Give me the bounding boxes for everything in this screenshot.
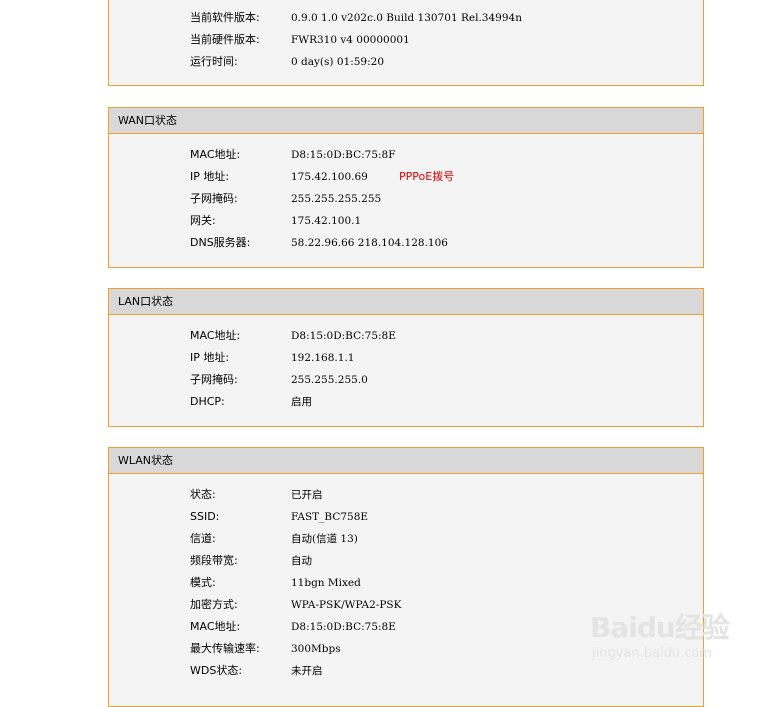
system-info-panel: 当前软件版本: 0.9.0 1.0 v202c.0 Build 130701 R… bbox=[108, 0, 704, 86]
wlan-ssid-value: FAST_BC758E bbox=[291, 511, 369, 523]
uptime-value: 0 day(s) 01:59:20 bbox=[291, 56, 385, 68]
wlan-mode-row: 模式: 11bgn Mixed bbox=[109, 572, 703, 594]
watermark-url: jingyan.baidu.com bbox=[592, 646, 712, 661]
lan-ip-label: IP 地址: bbox=[190, 351, 230, 364]
uptime-label: 运行时间: bbox=[190, 55, 238, 68]
wan-subnet-label: 子网掩码: bbox=[190, 192, 238, 205]
wlan-max-rate-label: 最大传输速率: bbox=[190, 642, 260, 655]
hardware-version-row: 当前硬件版本: FWR310 v4 00000001 bbox=[109, 29, 703, 51]
lan-ip-row: IP 地址: 192.168.1.1 bbox=[109, 347, 703, 369]
wlan-encryption-value: WPA-PSK/WPA2-PSK bbox=[291, 599, 402, 611]
wan-status-title: WAN口状态 bbox=[109, 108, 703, 134]
wlan-wds-label: WDS状态: bbox=[190, 664, 243, 677]
wan-ip-row: IP 地址: 175.42.100.69 PPPoE拨号 bbox=[109, 166, 703, 188]
wlan-ssid-label: SSID: bbox=[190, 510, 220, 523]
wlan-bandwidth-label: 频段带宽: bbox=[190, 554, 238, 567]
software-version-row: 当前软件版本: 0.9.0 1.0 v202c.0 Build 130701 R… bbox=[109, 7, 703, 29]
wlan-mac-label: MAC地址: bbox=[190, 620, 241, 633]
lan-dhcp-label: DHCP: bbox=[190, 395, 225, 408]
wlan-state-value: 已开启 bbox=[291, 489, 323, 501]
wan-dns-row: DNS服务器: 58.22.96.66 218.104.128.106 bbox=[109, 232, 703, 254]
wan-subnet-value: 255.255.255.255 bbox=[291, 193, 382, 205]
lan-status-title: LAN口状态 bbox=[109, 289, 703, 315]
lan-subnet-label: 子网掩码: bbox=[190, 373, 238, 386]
wlan-bandwidth-row: 频段带宽: 自动 bbox=[109, 550, 703, 572]
wan-mac-row: MAC地址: D8:15:0D:BC:75:8F bbox=[109, 144, 703, 166]
lan-ip-value: 192.168.1.1 bbox=[291, 352, 355, 364]
wan-status-panel: WAN口状态 MAC地址: D8:15:0D:BC:75:8F IP 地址: 1… bbox=[108, 107, 704, 268]
wan-ip-label: IP 地址: bbox=[190, 170, 230, 183]
watermark-logo: Baidu经验 bbox=[590, 611, 730, 644]
lan-status-panel: LAN口状态 MAC地址: D8:15:0D:BC:75:8E IP 地址: 1… bbox=[108, 288, 704, 427]
software-version-value: 0.9.0 1.0 v202c.0 Build 130701 Rel.34994… bbox=[291, 12, 522, 24]
wlan-channel-row: 信道: 自动(信道 13) bbox=[109, 528, 703, 550]
wlan-wds-value: 未开启 bbox=[291, 665, 323, 677]
lan-mac-row: MAC地址: D8:15:0D:BC:75:8E bbox=[109, 325, 703, 347]
wan-mac-value: D8:15:0D:BC:75:8F bbox=[291, 149, 396, 161]
wan-gateway-label: 网关: bbox=[190, 214, 216, 227]
wan-ip-value: 175.42.100.69 bbox=[291, 171, 368, 183]
wlan-ssid-row: SSID: FAST_BC758E bbox=[109, 506, 703, 528]
wlan-encryption-label: 加密方式: bbox=[190, 598, 238, 611]
lan-subnet-row: 子网掩码: 255.255.255.0 bbox=[109, 369, 703, 391]
wan-connection-type: PPPoE拨号 bbox=[399, 170, 455, 183]
wlan-state-row: 状态: 已开启 bbox=[109, 484, 703, 506]
hardware-version-label: 当前硬件版本: bbox=[190, 33, 260, 46]
lan-mac-label: MAC地址: bbox=[190, 329, 241, 342]
baidu-watermark: Baidu经验 jingyan.baidu.com bbox=[590, 606, 730, 676]
wlan-channel-label: 信道: bbox=[190, 532, 216, 545]
lan-dhcp-value: 启用 bbox=[291, 396, 312, 408]
wlan-bandwidth-value: 自动 bbox=[291, 555, 312, 567]
wlan-status-title: WLAN状态 bbox=[109, 448, 703, 474]
hardware-version-value: FWR310 v4 00000001 bbox=[291, 34, 410, 46]
wan-mac-label: MAC地址: bbox=[190, 148, 241, 161]
wlan-mode-value: 11bgn Mixed bbox=[291, 577, 361, 589]
uptime-row: 运行时间: 0 day(s) 01:59:20 bbox=[109, 51, 703, 73]
wlan-mac-value: D8:15:0D:BC:75:8E bbox=[291, 621, 396, 633]
wan-gateway-value: 175.42.100.1 bbox=[291, 215, 362, 227]
wan-subnet-row: 子网掩码: 255.255.255.255 bbox=[109, 188, 703, 210]
wlan-state-label: 状态: bbox=[190, 488, 216, 501]
wan-dns-value: 58.22.96.66 218.104.128.106 bbox=[291, 237, 448, 249]
wlan-max-rate-value: 300Mbps bbox=[291, 643, 341, 655]
lan-mac-value: D8:15:0D:BC:75:8E bbox=[291, 330, 396, 342]
wan-dns-label: DNS服务器: bbox=[190, 236, 251, 249]
software-version-label: 当前软件版本: bbox=[190, 11, 260, 24]
wlan-channel-value: 自动(信道 13) bbox=[291, 533, 358, 545]
lan-dhcp-row: DHCP: 启用 bbox=[109, 391, 703, 413]
wan-gateway-row: 网关: 175.42.100.1 bbox=[109, 210, 703, 232]
lan-subnet-value: 255.255.255.0 bbox=[291, 374, 368, 386]
wlan-mode-label: 模式: bbox=[190, 576, 216, 589]
